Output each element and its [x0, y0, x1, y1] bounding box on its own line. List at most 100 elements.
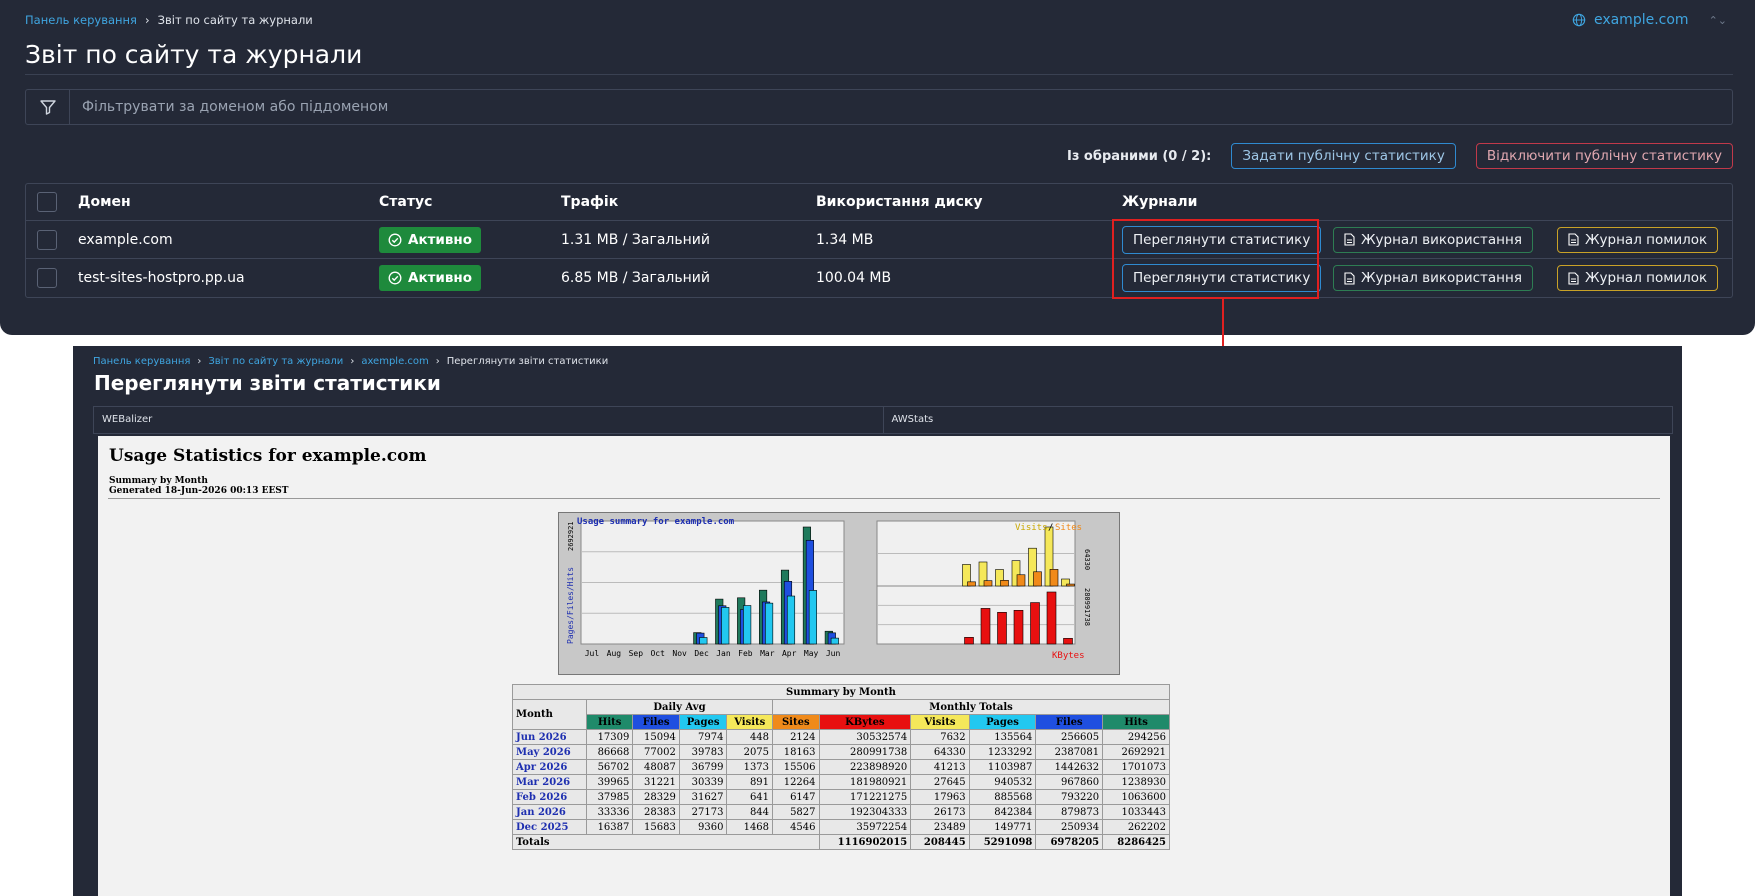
select-all-checkbox[interactable]	[37, 192, 57, 212]
table-cell: 262202	[1102, 819, 1170, 835]
table-cell: 1033443	[1102, 804, 1170, 820]
breadcrumb-home-link[interactable]: Панель керування	[25, 13, 137, 27]
bar-pages	[765, 602, 774, 645]
month-cell: Jan 2026	[512, 804, 587, 820]
bulk-actions-label: Із обраними (0 / 2):	[1067, 148, 1212, 164]
tab-webalizer[interactable]: WEBalizer	[94, 407, 884, 433]
month-link[interactable]: Jun 2026	[516, 732, 567, 743]
stats-tabs: WEBalizer AWStats	[93, 406, 1673, 434]
table-cell: 1373	[726, 759, 774, 775]
totals-row: Totals 1116902015 208445 5291098 6978205…	[512, 834, 1170, 850]
bar-kbytes	[997, 612, 1007, 645]
table-cell: 27645	[910, 774, 970, 790]
table-cell: 256605	[1035, 729, 1104, 745]
table-cell: 7974	[678, 729, 728, 745]
breadcrumb: Панель керування › Звіт по сайту та журн…	[25, 13, 313, 27]
domain-filter-input[interactable]	[70, 90, 1732, 124]
month-link[interactable]: Dec 2025	[516, 822, 568, 833]
month-cell: May 2026	[512, 744, 587, 760]
error-log-label: Журнал помилок	[1585, 270, 1708, 286]
domains-table: Домен Статус Трафік Використання диску Ж…	[25, 183, 1733, 298]
row-checkbox[interactable]	[37, 268, 57, 288]
table-cell: 35972254	[818, 819, 912, 835]
bar-pages	[743, 605, 752, 645]
breadcrumb-home-link[interactable]: Панель керування	[93, 356, 190, 367]
divider	[25, 74, 1733, 75]
month-tick-label: Jul	[585, 649, 600, 658]
bar-kbytes	[964, 637, 974, 645]
column-header: Hits	[585, 714, 634, 730]
month-link[interactable]: Jan 2026	[516, 807, 566, 818]
month-link[interactable]: Feb 2026	[516, 792, 567, 803]
usage-log-button[interactable]: Журнал використання	[1333, 265, 1533, 291]
month-link[interactable]: Mar 2026	[516, 777, 570, 788]
domain-selector[interactable]: example.com ⌃⌄	[1572, 12, 1727, 28]
table-cell: 39783	[678, 744, 728, 760]
filter-icon[interactable]	[26, 90, 70, 124]
error-log-button[interactable]: Журнал помилок	[1557, 226, 1719, 253]
table-cell: 294256	[1102, 729, 1170, 745]
file-icon	[1568, 271, 1579, 285]
table-cell: 15506	[772, 759, 820, 775]
visits-axis-max: 64330	[1083, 549, 1091, 570]
domain-name: example.com	[78, 231, 173, 248]
usage-log-button[interactable]: Журнал використання	[1333, 226, 1533, 253]
table-cell: 33336	[585, 804, 634, 820]
month-tick-label: Oct	[650, 649, 665, 658]
sites-legend: Sites	[1055, 523, 1082, 533]
daily-avg-header: Daily Avg	[585, 699, 774, 715]
status-badge: Активно	[379, 226, 482, 253]
domain-selector-value: example.com	[1593, 12, 1689, 28]
table-row: Jan 2026 33336 28383 27173 844 5827 192304333 2…	[512, 804, 1170, 820]
highlight-box	[1112, 219, 1319, 299]
table-cell: 2387081	[1035, 744, 1104, 760]
total-pages: 5291098	[968, 834, 1037, 850]
month-tick-label: Feb	[738, 649, 753, 658]
disable-public-stats-button[interactable]: Відключити публічну статистику	[1475, 143, 1733, 169]
month-tick-label: Nov	[672, 649, 687, 658]
table-cell: 793220	[1035, 789, 1104, 805]
kbytes-plot-area	[876, 585, 1076, 645]
table-cell: 1701073	[1102, 759, 1170, 775]
table-cell: 967860	[1035, 774, 1104, 790]
bar-pages	[830, 637, 839, 645]
enable-public-stats-button[interactable]: Задати публічну статистику	[1231, 143, 1456, 169]
legend-separator: /	[1048, 523, 1053, 533]
total-visits: 208445	[910, 834, 970, 850]
stats-viewer-panel: Панель керування › Звіт по сайту та журн…	[73, 346, 1682, 896]
error-log-label: Журнал помилок	[1585, 231, 1708, 248]
breadcrumb-current: Переглянути звіти статистики	[446, 356, 609, 367]
error-log-button[interactable]: Журнал помилок	[1557, 265, 1719, 291]
row-checkbox[interactable]	[37, 229, 57, 250]
column-header-disk: Використання диску	[816, 194, 983, 210]
table-cell: 6147	[772, 789, 820, 805]
bar-sites	[1066, 583, 1075, 587]
column-header-status: Статус	[379, 194, 433, 210]
table-cell: 15094	[632, 729, 680, 745]
column-header-row: Hits Files Pages Visits Sites KBytes Visits Pag…	[513, 714, 1170, 730]
month-link[interactable]: May 2026	[516, 747, 571, 758]
table-cell: 23489	[910, 819, 970, 835]
table-cell: 15683	[632, 819, 680, 835]
table-cell: 31627	[678, 789, 728, 805]
disk-value: 100.04 MB	[816, 270, 892, 286]
report-subtitle-period: Summary by Month	[109, 476, 208, 486]
table-cell: 41213	[910, 759, 970, 775]
breadcrumb-current: Звіт по сайту та журнали	[157, 13, 313, 27]
month-tick-label: Sep	[629, 649, 644, 658]
bar-pages	[721, 607, 730, 645]
bar-sites	[1000, 580, 1009, 587]
breadcrumb-domain-link[interactable]: axemple.com	[361, 356, 428, 367]
month-tick-label: Dec	[694, 649, 709, 658]
column-header: Hits	[1102, 714, 1170, 730]
bar-kbytes	[980, 608, 991, 645]
month-link[interactable]: Apr 2026	[516, 762, 567, 773]
tab-awstats[interactable]: AWStats	[884, 407, 1673, 433]
kbytes-legend: KBytes	[1052, 651, 1085, 661]
table-cell: 26173	[910, 804, 970, 820]
breadcrumb-report-link[interactable]: Звіт по сайту та журнали	[208, 356, 343, 367]
page-title: Звіт по сайту та журнали	[25, 40, 363, 69]
month-cell: Apr 2026	[512, 759, 587, 775]
usage-log-label: Журнал використання	[1361, 231, 1522, 248]
status-badge-label: Активно	[408, 270, 473, 286]
